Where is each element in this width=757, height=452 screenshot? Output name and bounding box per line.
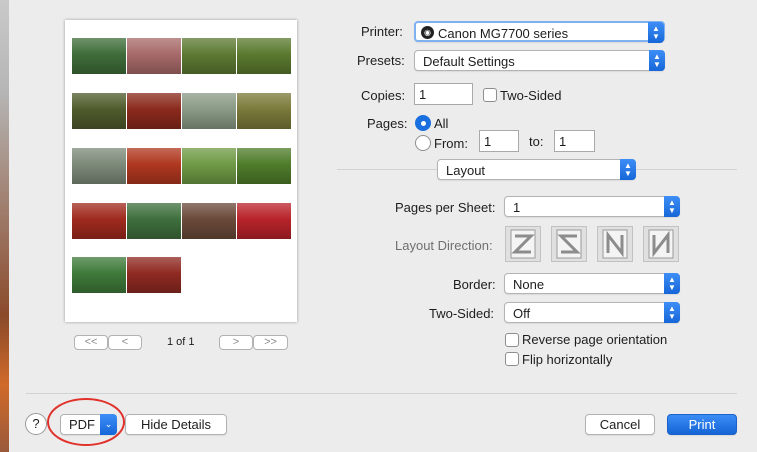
previous-page-button[interactable]: < (108, 335, 142, 350)
layout-direction-label: Layout Direction: (395, 238, 493, 253)
border-label: Border: (453, 277, 496, 292)
presets-value: Default Settings (423, 54, 515, 69)
printer-popup[interactable]: ◉ Canon MG7700 series ▲ ▼ (414, 21, 665, 43)
two-sided-option-label: Two-Sided: (429, 306, 495, 321)
copies-label: Copies: (361, 88, 406, 103)
direction-reverse-n-button[interactable] (643, 226, 679, 262)
chevron-updown-icon: ▲ ▼ (664, 302, 680, 323)
printer-label: Printer: (361, 24, 403, 39)
photo-thumbnail (182, 203, 236, 239)
pages-per-sheet-value: 1 (513, 200, 521, 215)
footer-divider (26, 393, 737, 394)
pages-all-radio[interactable] (415, 115, 431, 131)
flip-horizontally-label: Flip horizontally (522, 352, 613, 367)
pages-from-radio[interactable] (415, 135, 431, 151)
pages-per-sheet-popup[interactable]: 1 ▲ ▼ (504, 196, 680, 217)
printer-icon: ◉ (421, 26, 434, 39)
chevron-updown-icon: ▲ ▼ (664, 273, 680, 294)
layout-reverse-n-icon (648, 229, 674, 259)
chevron-updown-icon: ▲ ▼ (664, 196, 680, 217)
photo-thumbnail (72, 38, 126, 74)
pages-per-sheet-label: Pages per Sheet: (395, 200, 496, 215)
photo-thumbnail (127, 93, 181, 129)
reverse-orientation-checkbox[interactable] (505, 333, 519, 347)
section-value: Layout (446, 163, 486, 178)
photo-thumbnail (237, 203, 291, 239)
last-page-button[interactable]: >> (253, 335, 288, 350)
two-sided-label: Two-Sided (500, 88, 562, 103)
two-sided-checkbox[interactable] (483, 88, 497, 102)
reverse-orientation-label: Reverse page orientation (522, 332, 668, 347)
page-indicator: 1 of 1 (167, 336, 195, 348)
chevron-updown-icon: ▲ ▼ (649, 50, 665, 71)
direction-z-button[interactable] (505, 226, 541, 262)
photo-thumbnail (127, 38, 181, 74)
two-sided-popup[interactable]: Off ▲ ▼ (504, 302, 680, 323)
pages-label: Pages: (367, 116, 408, 131)
photo-thumbnail (182, 93, 236, 129)
photo-thumbnail (72, 148, 126, 184)
layout-n-icon (602, 229, 628, 259)
pages-from-field[interactable]: 1 (479, 130, 519, 152)
direction-n-button[interactable] (597, 226, 633, 262)
printer-value: Canon MG7700 series (438, 26, 569, 41)
print-preview-page (65, 20, 297, 322)
photo-thumbnail (72, 257, 126, 293)
pages-to-field[interactable]: 1 (554, 130, 595, 152)
border-popup[interactable]: None ▲ ▼ (504, 273, 680, 294)
presets-label: Presets: (357, 53, 405, 68)
pages-all-label: All (434, 116, 449, 131)
section-popup[interactable]: Layout ▲ ▼ (437, 159, 636, 180)
help-button[interactable]: ? (25, 413, 47, 435)
direction-s-button[interactable] (551, 226, 587, 262)
pages-to-label: to: (529, 134, 544, 149)
layout-z-icon (510, 229, 536, 259)
border-value: None (513, 277, 545, 292)
photo-thumbnail (237, 93, 291, 129)
photo-thumbnail (182, 38, 236, 74)
layout-reverse-z-icon (556, 229, 582, 259)
chevron-updown-icon: ▲ ▼ (648, 22, 664, 43)
annotation-circle (47, 398, 125, 446)
photo-thumbnail (237, 38, 291, 74)
photo-thumbnail (72, 93, 126, 129)
print-button[interactable]: Print (667, 414, 737, 435)
pages-from-label: From: (434, 136, 468, 151)
photo-thumbnail (237, 148, 291, 184)
presets-popup[interactable]: Default Settings ▲ ▼ (414, 50, 665, 71)
cancel-button[interactable]: Cancel (585, 414, 655, 435)
flip-horizontally-checkbox[interactable] (505, 352, 519, 366)
copies-field[interactable]: 1 (414, 83, 473, 105)
two-sided-value: Off (513, 306, 531, 321)
chevron-updown-icon: ▲ ▼ (620, 159, 636, 180)
photo-thumbnail (72, 203, 126, 239)
hide-details-button[interactable]: Hide Details (125, 414, 227, 435)
photo-thumbnail (127, 203, 181, 239)
background-window-strip (0, 0, 9, 452)
next-page-button[interactable]: > (219, 335, 253, 350)
photo-thumbnail (127, 148, 181, 184)
first-page-button[interactable]: << (74, 335, 108, 350)
photo-thumbnail (182, 148, 236, 184)
photo-thumbnail (127, 257, 181, 293)
